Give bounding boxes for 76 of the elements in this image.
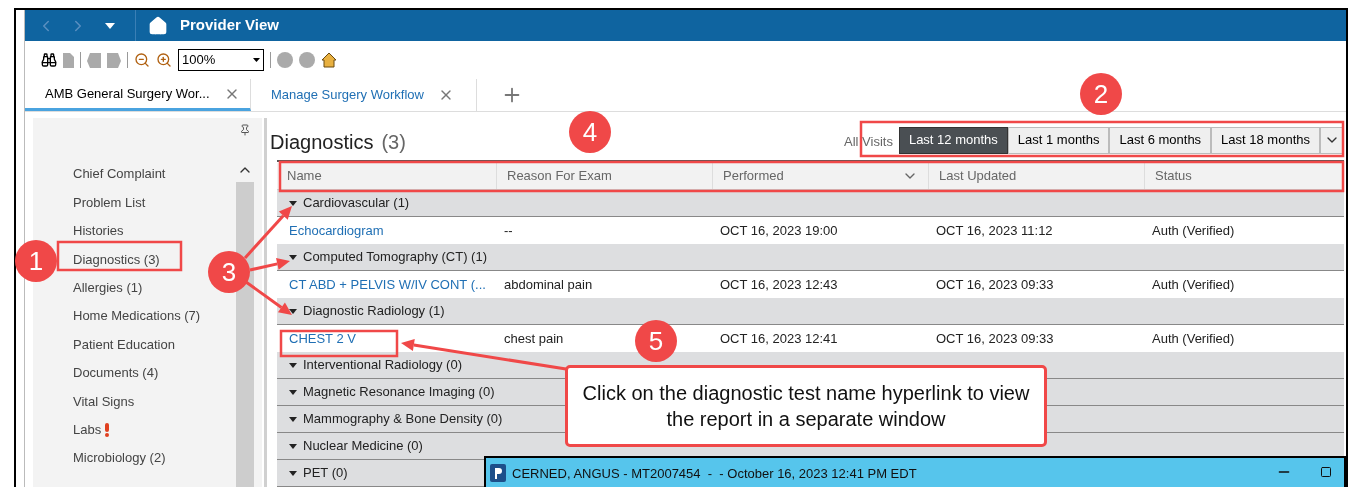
group-toggle[interactable]: Cardiovascular (1) (289, 193, 410, 213)
filter-label: All Visits (844, 133, 893, 152)
column-header[interactable]: Status (1145, 163, 1344, 189)
sidebar-item[interactable]: Allergies (1) (73, 273, 143, 302)
table-cell-text: OCT 16, 2023 12:43 (720, 275, 838, 294)
column-header[interactable]: Last Updated (929, 163, 1145, 189)
table-cell-text: OCT 16, 2023 09:33 (936, 275, 1054, 294)
table-cell-text: chest pain (504, 329, 564, 348)
step-marker: 4 (569, 111, 611, 153)
filter-button[interactable]: Last 18 months (1211, 126, 1320, 154)
column-header[interactable]: Name (277, 163, 497, 189)
table-cell-text: Auth (Verified) (1152, 275, 1235, 294)
step-marker: 2 (1080, 73, 1122, 115)
table-cell-text: OCT 16, 2023 11:12 (936, 221, 1053, 240)
sidebar-item[interactable]: Histories (73, 216, 124, 246)
group-toggle[interactable]: Magnetic Resonance Imaging (0) (289, 382, 495, 402)
group-toggle[interactable]: Interventional Radiology (0) (289, 355, 462, 375)
table-cell-text: OCT 16, 2023 19:00 (720, 221, 838, 240)
table-cell-text: OCT 16, 2023 09:33 (936, 329, 1054, 348)
column-header[interactable]: Reason For Exam (497, 163, 713, 189)
report-dialog[interactable]: CERNED, ANGUS - MT2007454 - - October 16, 2023 12:41 PM EDT (484, 456, 1346, 487)
sidebar-item[interactable]: Problem List (73, 188, 146, 217)
dropdown-caret-icon[interactable] (105, 22, 115, 29)
popup-title: CERNED, ANGUS - MT2007454 - - October 16, 2023 12:41 PM EDT (512, 465, 917, 483)
house-icon[interactable] (321, 52, 337, 68)
sidebar-item[interactable]: Chief Complaint (73, 160, 166, 189)
zoom-in-icon[interactable] (156, 52, 172, 68)
scrollbar-thumb[interactable] (236, 182, 254, 487)
test-name-link[interactable]: Echocardiogram (289, 220, 384, 241)
sidebar-item[interactable]: Patient Education (73, 330, 175, 359)
group-toggle[interactable]: PET (0) (289, 463, 348, 483)
filter-button[interactable]: Last 6 months (1109, 126, 1212, 154)
expand-triangle-icon[interactable] (289, 307, 297, 315)
sidebar-item[interactable]: Documents (4) (73, 358, 159, 388)
test-name-link[interactable]: CHEST 2 V (289, 328, 356, 349)
expand-triangle-icon[interactable] (289, 415, 297, 423)
table-cell-text: abdominal pain (504, 275, 593, 294)
callout-tooltip: Click on the diagnostic test name hyperlink to view the report in a separate window (565, 365, 1047, 447)
filter-button[interactable]: Last 1 months (1007, 126, 1110, 154)
zoom-select[interactable]: 100% (178, 49, 264, 71)
test-name-link[interactable]: CT ABD + PELVIS W/IV CONT (... (289, 274, 486, 295)
sidebar-item[interactable]: Microbiology (2) (73, 443, 166, 473)
expand-triangle-icon[interactable] (289, 442, 297, 450)
dropdown-caret-icon[interactable] (253, 58, 260, 62)
group-toggle[interactable]: Nuclear Medicine (0) (289, 436, 423, 456)
group-toggle[interactable]: Diagnostic Radiology (1) (289, 301, 445, 321)
expand-triangle-icon[interactable] (289, 469, 297, 477)
filter-button[interactable]: Last 12 months (898, 126, 1008, 154)
group-toggle[interactable]: Mammography & Bone Density (0) (289, 409, 503, 429)
section-count: (3) (381, 130, 406, 155)
sidebar-item[interactable]: Labs (73, 415, 111, 444)
zoom-out-icon[interactable] (134, 52, 150, 68)
window-title: Provider View (180, 15, 279, 36)
expand-triangle-icon[interactable] (289, 388, 297, 396)
column-header[interactable]: Performed (713, 163, 929, 189)
expand-triangle-icon[interactable] (289, 253, 297, 261)
table-cell-text: OCT 16, 2023 12:41 (720, 329, 838, 348)
tab[interactable]: AMB General Surgery Wor... (25, 79, 251, 111)
home-icon[interactable] (148, 15, 168, 36)
alert-icon (104, 422, 111, 437)
pin-icon[interactable] (239, 124, 251, 136)
group-toggle[interactable]: Computed Tomography (CT) (1) (289, 247, 487, 267)
sidebar-item[interactable]: Vital Signs (73, 387, 135, 416)
filter-menu-button[interactable] (1320, 126, 1344, 154)
table-cell-text: Auth (Verified) (1152, 221, 1235, 240)
section-title: Diagnostics (270, 130, 374, 155)
binoculars-icon[interactable] (41, 52, 57, 68)
expand-triangle-icon[interactable] (289, 361, 297, 369)
tab[interactable]: Manage Surgery Workflow (251, 79, 477, 111)
sidebar-item[interactable]: Home Medications (7) (73, 301, 201, 331)
expand-triangle-icon[interactable] (289, 199, 297, 207)
sidebar-item[interactable]: Diagnostics (3) (73, 245, 160, 274)
app-icon (490, 464, 506, 482)
table-cell-text: Auth (Verified) (1152, 329, 1235, 348)
table-cell-text: -- (504, 221, 513, 240)
maximize-icon[interactable] (1320, 466, 1332, 478)
